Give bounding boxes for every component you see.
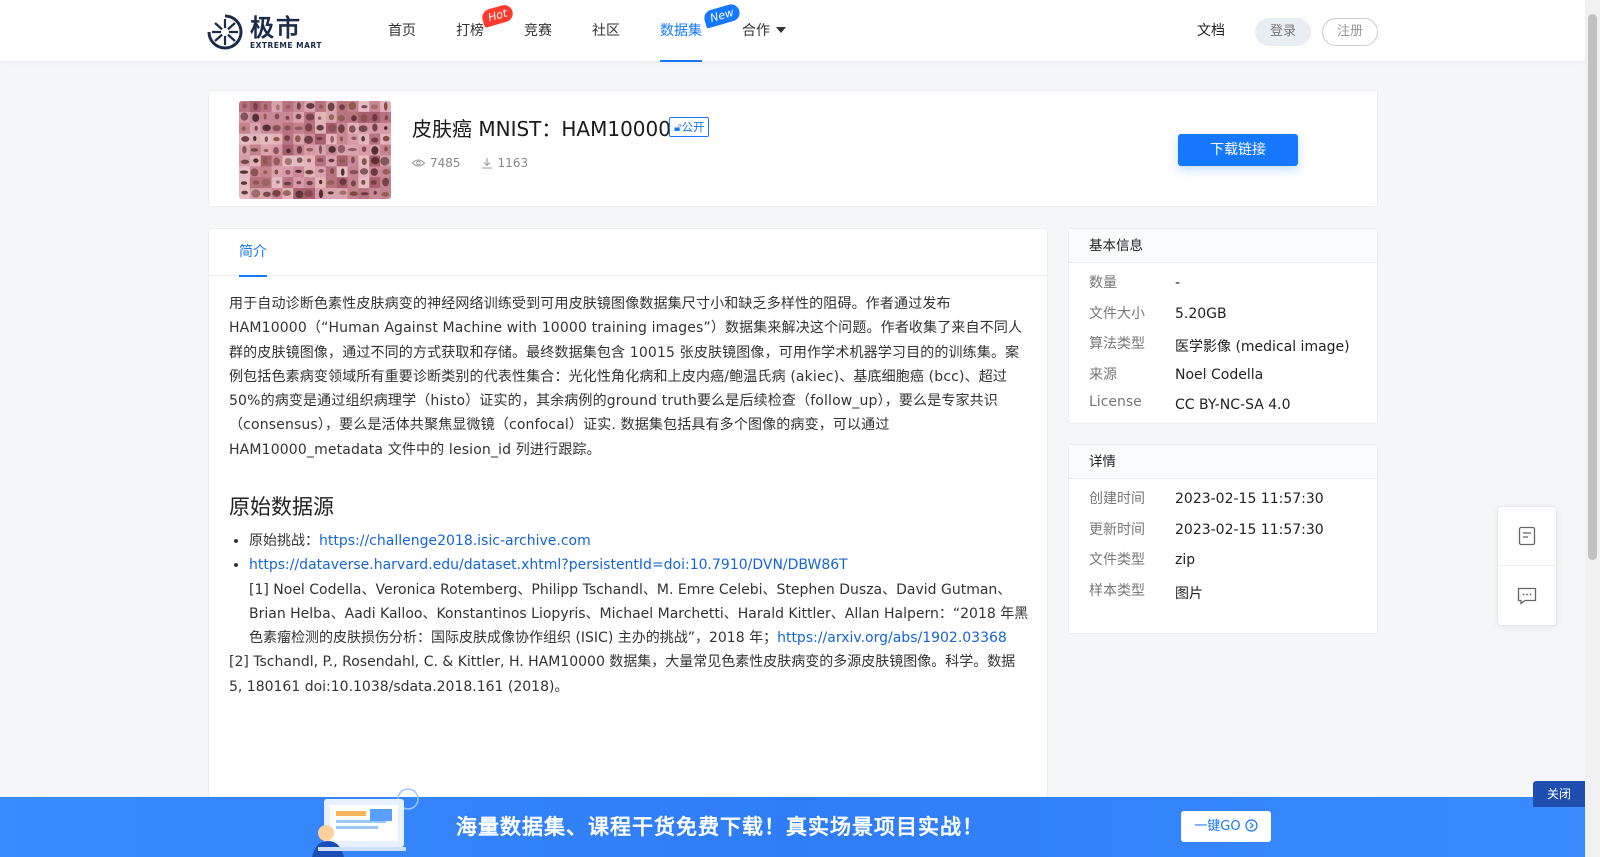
info-value: 医学影像 (medical image) (1175, 339, 1350, 355)
promo-banner: 海量数据集、课程干货免费下载！真实场景项目实战！ 一键GO 关闭 (0, 781, 1585, 857)
arxiv-link[interactable]: https://arxiv.org/abs/1902.03368 (777, 630, 1007, 646)
info-key: 来源 (1089, 366, 1117, 383)
details-card: 详情 创建时间 2023-02-15 11:57:30 更新时间 2023-02… (1068, 444, 1378, 634)
nav-cooperation-label: 合作 (742, 23, 770, 39)
nav-leaderboard-label: 打榜 (456, 23, 484, 39)
floating-toolbar (1497, 506, 1557, 626)
scrollbar-thumb[interactable] (1588, 14, 1597, 560)
basic-info-heading: 基本信息 (1069, 229, 1377, 263)
source-heading: 原始数据源 (229, 495, 334, 519)
chat-icon (1517, 587, 1537, 605)
logo-text-en: EXTREME MART (250, 40, 322, 50)
views-count: 7485 (430, 156, 461, 170)
detail-key: 文件类型 (1089, 552, 1145, 568)
info-row-count: 数量 - (1069, 272, 1377, 303)
logo-text-cn: 极市 (250, 13, 302, 42)
info-value: CC BY-NC-SA 4.0 (1175, 397, 1291, 413)
arrow-circle-right-icon (1245, 819, 1258, 832)
site-logo[interactable]: 极市 EXTREME MART (206, 13, 322, 51)
info-key: 文件大小 (1089, 305, 1145, 322)
download-icon (481, 158, 492, 169)
eye-icon (412, 159, 425, 167)
detail-key: 创建时间 (1089, 491, 1145, 507)
views-stat: 7485 (412, 156, 461, 170)
detail-row-sampletype: 样本类型 图片 (1069, 580, 1377, 611)
nav-datasets[interactable]: 数据集 (660, 0, 702, 62)
nav-community[interactable]: 社区 (592, 0, 620, 62)
top-header: 极市 EXTREME MART 首页 打榜 Hot 竞赛 社区 数据集 New … (0, 0, 1585, 62)
info-key: 数量 (1089, 275, 1117, 291)
document-button[interactable] (1498, 507, 1556, 566)
nav-leaderboard[interactable]: 打榜 (456, 0, 484, 62)
nav-competition[interactable]: 竞赛 (524, 0, 552, 62)
page-scrollbar[interactable] (1585, 0, 1600, 857)
info-key: License (1089, 394, 1142, 410)
tab-intro[interactable]: 简介 (239, 229, 267, 277)
intro-card: 简介 用于自动诊断色素性皮肤病变的神经网络训练受到可用皮肤镜图像数据集尺寸小和缺… (208, 228, 1048, 857)
detail-value: 2023-02-15 11:57:30 (1175, 491, 1324, 507)
list-item: 原始挑战：https://challenge2018.isic-archive.… (249, 529, 1029, 553)
register-button[interactable]: 注册 (1322, 18, 1378, 46)
reference-2: [2] Tschandl, P., Rosendahl, C. & Kittle… (229, 654, 1016, 695)
info-row-source: 来源 Noel Codella (1069, 364, 1377, 395)
public-tag: 🔓︎公开 (669, 117, 710, 137)
laptop-person-illustration (312, 788, 419, 857)
reference-1: [1] Noel Codella、Veronica Rotemberg、Phil… (229, 578, 1029, 651)
dataset-header-card: 皮肤癌 MNIST：HAM10000 🔓︎公开 7485 1163 下载链接 (208, 90, 1378, 207)
tab-bar: 简介 (209, 229, 1047, 277)
detail-key: 样本类型 (1089, 582, 1145, 599)
banner-headline: 海量数据集、课程干货免费下载！真实场景项目实战！ (456, 815, 984, 839)
downloads-count: 1163 (497, 156, 529, 170)
info-value: - (1175, 275, 1181, 291)
nav-home[interactable]: 首页 (388, 0, 416, 62)
caret-down-icon (776, 27, 786, 33)
detail-value: 2023-02-15 11:57:30 (1175, 521, 1324, 538)
list-item: https://dataverse.harvard.edu/dataset.xh… (249, 553, 1029, 577)
info-row-license: License CC BY-NC-SA 4.0 (1069, 394, 1377, 425)
go-button-label: 一键GO (1194, 819, 1241, 834)
dataset-stats: 7485 1163 (412, 156, 548, 170)
document-icon (1518, 526, 1536, 546)
close-banner-button[interactable]: 关闭 (1533, 781, 1585, 807)
dataset-title: 皮肤癌 MNIST：HAM10000 (412, 117, 671, 141)
dataverse-link[interactable]: https://dataverse.harvard.edu/dataset.xh… (249, 557, 848, 573)
detail-row-created: 创建时间 2023-02-15 11:57:30 (1069, 488, 1377, 519)
hot-badge: Hot (480, 3, 516, 28)
go-button[interactable]: 一键GO (1181, 811, 1271, 842)
downloads-stat: 1163 (481, 156, 529, 170)
logo-mark-icon (207, 14, 243, 50)
detail-value: 图片 (1175, 585, 1203, 602)
docs-link[interactable]: 文档 (1197, 0, 1225, 62)
detail-key: 更新时间 (1089, 521, 1145, 538)
download-link-button[interactable]: 下载链接 (1178, 134, 1298, 166)
info-value: 5.20GB (1175, 305, 1227, 322)
detail-row-updated: 更新时间 2023-02-15 11:57:30 (1069, 519, 1377, 550)
new-badge: New (702, 2, 742, 29)
source-list: 原始挑战：https://challenge2018.isic-archive.… (229, 529, 1029, 699)
nav-cooperation[interactable]: 合作 (742, 0, 786, 62)
basic-info-card: 基本信息 数量 - 文件大小 5.20GB 算法类型 医学影像 (medical… (1068, 228, 1378, 424)
source1-label: 原始挑战： (249, 533, 319, 549)
source-author-link[interactable]: Noel Codella (1175, 367, 1263, 383)
info-row-size: 文件大小 5.20GB (1069, 303, 1377, 334)
challenge-link[interactable]: https://challenge2018.isic-archive.com (319, 533, 591, 549)
dataset-description: 用于自动诊断色素性皮肤病变的神经网络训练受到可用皮肤镜图像数据集尺寸小和缺乏多样… (229, 296, 1023, 458)
public-tag-label: 公开 (681, 120, 705, 134)
info-row-algo: 算法类型 医学影像 (medical image) (1069, 333, 1377, 364)
detail-value: zip (1175, 552, 1196, 568)
feedback-button[interactable] (1498, 566, 1556, 625)
skin-lesion-grid-image (239, 101, 391, 199)
login-button[interactable]: 登录 (1255, 18, 1311, 46)
detail-row-filetype: 文件类型 zip (1069, 549, 1377, 580)
info-key: 算法类型 (1089, 336, 1145, 352)
details-heading: 详情 (1069, 445, 1377, 479)
dataset-thumbnail (239, 101, 391, 199)
